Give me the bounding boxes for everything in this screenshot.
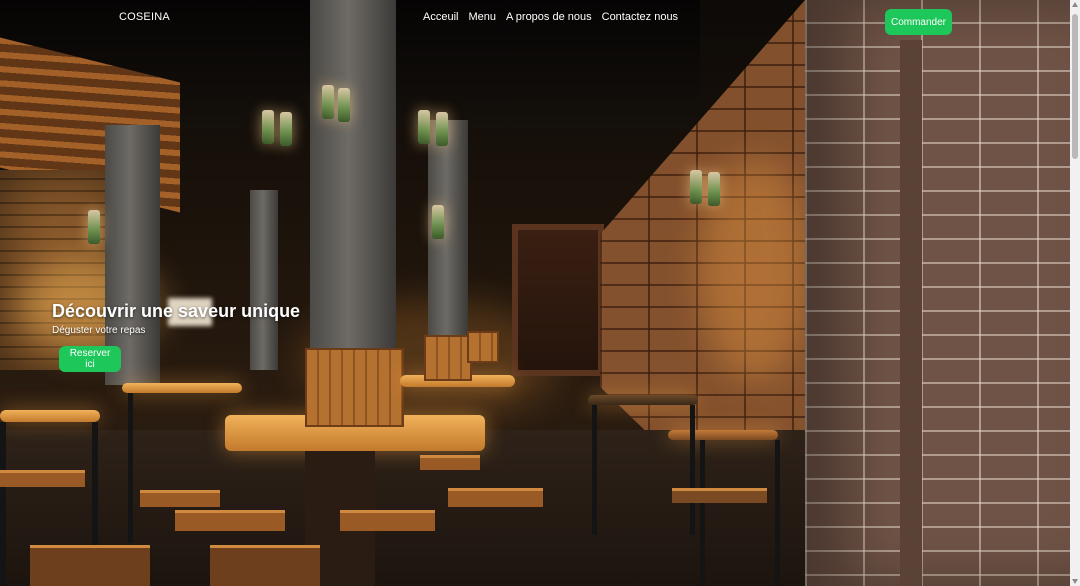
crate-centerpiece [305,348,404,427]
order-button[interactable]: Commander [885,9,952,35]
crate-centerpiece [467,331,499,363]
hero-title: Découvrir une saveur unique [52,301,301,321]
page-scrollbar[interactable] [1070,0,1080,586]
chair-seat [672,488,767,503]
hero-background-image [0,0,1080,586]
nav-link-menu[interactable]: Menu [468,11,496,23]
table-leg [700,440,705,586]
bottle-lamp [88,210,100,244]
table [122,383,242,393]
chair-seat [30,545,150,586]
table [668,430,778,440]
scroll-down-arrow-icon[interactable] [1072,579,1078,584]
pillar [310,0,396,400]
brand-logo[interactable]: COSEINA [119,11,170,23]
right-brick-wall [805,0,1080,586]
table [0,410,100,422]
pillar [428,120,468,370]
hero-subtitle: Déguster votre repas [52,325,146,336]
nav-link-about[interactable]: A propos de nous [506,11,592,23]
table-leg [0,422,6,586]
page: COSEINA Acceuil Menu A propos de nous Co… [0,0,1080,586]
chair-seat [340,510,435,531]
bottle-lamp [436,112,448,146]
table-leg [775,440,780,586]
chair-seat [420,455,480,470]
bottle-lamp [708,172,720,206]
table-leg [128,393,133,543]
table-leg [592,405,597,535]
table-leg [690,405,695,535]
nav-link-contact[interactable]: Contactez nous [602,11,678,23]
bottle-lamp [338,88,350,122]
table [588,395,698,405]
reserve-button[interactable]: Reserver ici [59,346,121,372]
bottle-lamp [418,110,430,144]
bottle-lamp [690,170,702,204]
pillar [250,190,278,370]
bottle-lamp [322,85,334,119]
bottle-lamp [432,205,444,239]
crate-centerpiece [424,335,472,381]
brick-column [900,40,922,586]
scrollbar-thumb[interactable] [1072,14,1078,159]
chair-seat [175,510,285,531]
scroll-up-arrow-icon[interactable] [1072,2,1078,7]
chair-seat [140,490,220,507]
bottle-lamp [262,110,274,144]
navbar: COSEINA Acceuil Menu A propos de nous Co… [0,0,1080,40]
back-door [518,230,598,370]
chair-seat [210,545,320,586]
chair-seat [448,488,543,507]
chair-seat [0,470,85,487]
nav-link-acceuil[interactable]: Acceuil [423,11,458,23]
bottle-lamp [280,112,292,146]
nav-links: Acceuil Menu A propos de nous Contactez … [423,11,678,23]
